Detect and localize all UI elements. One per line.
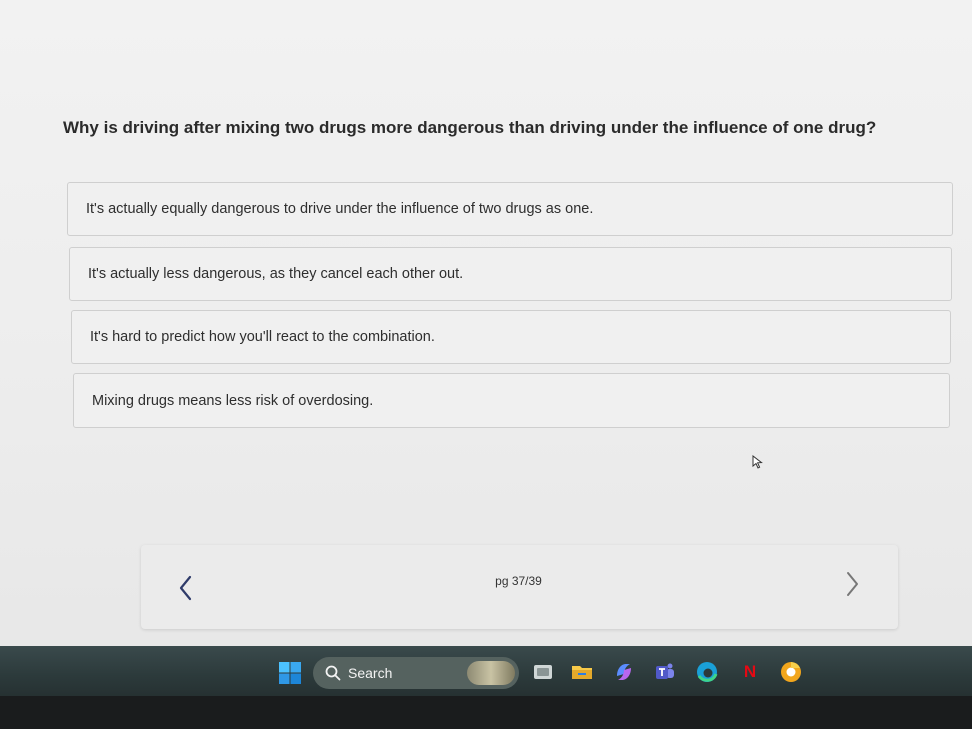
file-explorer-icon[interactable] bbox=[570, 660, 594, 684]
answer-option-label: It's hard to predict how you'll react to… bbox=[90, 329, 435, 345]
search-icon bbox=[325, 665, 341, 681]
answer-option-2[interactable]: It's actually less dangerous, as they ca… bbox=[69, 247, 952, 301]
mouse-cursor-icon bbox=[752, 455, 763, 469]
next-page-button[interactable] bbox=[841, 569, 865, 599]
page-indicator: pg 37/39 bbox=[495, 574, 542, 588]
chrome-canary-icon[interactable] bbox=[779, 660, 803, 684]
search-label: Search bbox=[348, 665, 393, 681]
answer-option-1[interactable]: It's actually equally dangerous to drive… bbox=[67, 182, 953, 236]
netflix-icon[interactable]: N bbox=[738, 660, 762, 684]
edge-icon[interactable] bbox=[695, 660, 719, 684]
windows-start-icon[interactable] bbox=[279, 662, 301, 684]
answer-option-3[interactable]: It's hard to predict how you'll react to… bbox=[71, 310, 951, 364]
question-text: Why is driving after mixing two drugs mo… bbox=[63, 118, 877, 137]
answer-option-label: It's actually less dangerous, as they ca… bbox=[88, 266, 464, 282]
page-navigation: pg 37/39 bbox=[141, 545, 898, 629]
task-view-icon[interactable] bbox=[531, 660, 555, 684]
teams-icon[interactable] bbox=[653, 660, 677, 684]
answer-option-label: Mixing drugs means less risk of overdosi… bbox=[92, 392, 374, 409]
search-highlight-icon bbox=[467, 661, 515, 685]
screen-bezel bbox=[0, 696, 972, 729]
answer-option-label: It's actually equally dangerous to drive… bbox=[86, 201, 594, 217]
copilot-icon[interactable] bbox=[612, 660, 636, 684]
answer-option-4[interactable]: Mixing drugs means less risk of overdosi… bbox=[73, 373, 950, 428]
taskbar-search-box[interactable]: Search bbox=[313, 657, 519, 689]
